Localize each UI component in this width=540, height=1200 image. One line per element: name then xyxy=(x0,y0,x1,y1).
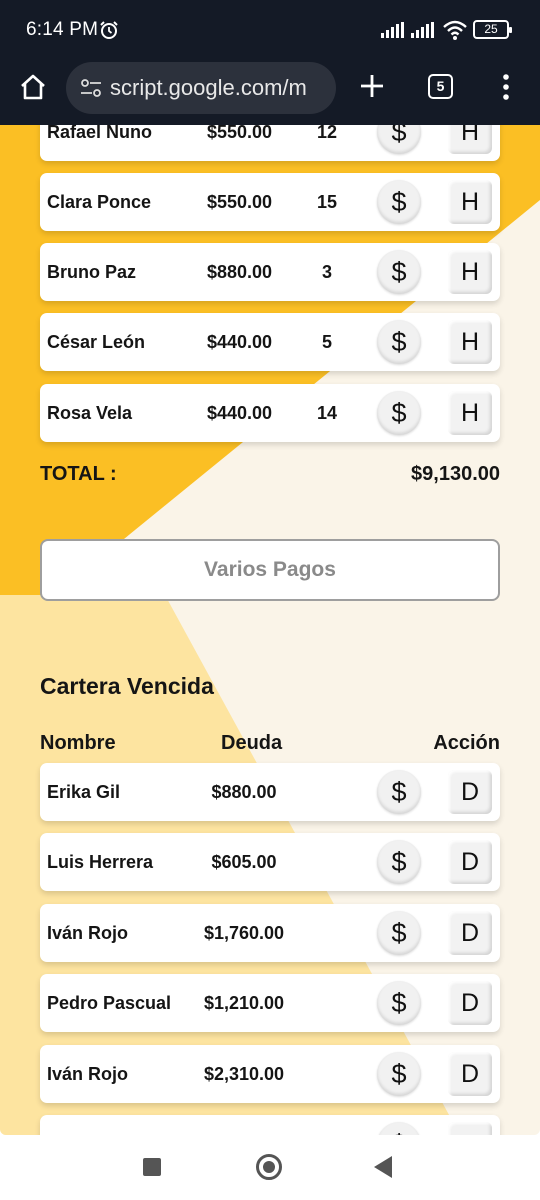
battery-level: 25 xyxy=(484,22,498,36)
pay-button[interactable]: $ xyxy=(377,840,421,884)
list-item: César León $440.00 5 $ H xyxy=(40,313,500,371)
pay-button[interactable]: $ xyxy=(377,911,421,955)
web-content: Rafael Nuno $550.00 12 $ H Clara Ponce $… xyxy=(0,125,540,1135)
wifi-icon xyxy=(443,20,467,40)
detail-button[interactable]: D xyxy=(448,840,492,884)
recent-apps-button[interactable] xyxy=(143,1158,161,1176)
system-navigation-bar xyxy=(0,1135,540,1200)
status-bar: 6:14 PM 25 xyxy=(0,0,540,60)
history-button[interactable]: H xyxy=(448,180,492,224)
list-item: Rosa Vela $440.00 14 $ H xyxy=(40,384,500,442)
debtor-name: Iván Rojo xyxy=(47,923,129,943)
detail-button[interactable]: D xyxy=(448,981,492,1025)
pay-button[interactable]: $ xyxy=(377,770,421,814)
home-icon[interactable] xyxy=(18,72,48,102)
history-button[interactable]: H xyxy=(448,125,492,154)
section-title: Cartera Vencida xyxy=(40,673,214,699)
column-header-debt: Deuda xyxy=(221,732,283,754)
client-amount: $440.00 xyxy=(207,332,273,352)
history-button[interactable]: H xyxy=(448,250,492,294)
pay-button[interactable]: $ xyxy=(377,250,421,294)
address-bar[interactable]: script.google.com/m xyxy=(66,62,336,114)
client-name: César León xyxy=(47,332,146,352)
history-button[interactable]: H xyxy=(448,320,492,364)
client-count: 3 xyxy=(321,262,332,282)
table-row: Iván Rojo $1,760.00 $ D xyxy=(40,904,500,962)
signal-icon xyxy=(381,22,404,38)
debtor-name: Pedro Pascual xyxy=(47,993,172,1013)
debtor-name: Erika Gil xyxy=(47,782,121,802)
client-count: 12 xyxy=(316,125,338,142)
tab-switcher-button[interactable]: 5 xyxy=(428,74,453,99)
table-row: Erika Gil $880.00 $ D xyxy=(40,763,500,821)
url-text: script.google.com/m xyxy=(110,75,307,100)
debtor-name: Luis Herrera xyxy=(47,852,154,872)
table-row: $ xyxy=(40,1115,500,1135)
table-row: Iván Rojo $2,310.00 $ D xyxy=(40,1045,500,1103)
detail-button[interactable]: D xyxy=(448,911,492,955)
pay-button[interactable]: $ xyxy=(377,981,421,1025)
multiple-payments-button[interactable]: Varios Pagos xyxy=(40,539,500,601)
debtor-name: Iván Rojo xyxy=(47,1064,129,1084)
list-item: Clara Ponce $550.00 15 $ H xyxy=(40,173,500,231)
client-amount: $440.00 xyxy=(207,403,273,423)
list-item: Bruno Paz $880.00 3 $ H xyxy=(40,243,500,301)
client-name: Bruno Paz xyxy=(47,262,137,282)
debtor-debt: $605.00 xyxy=(211,852,277,872)
pay-button[interactable]: $ xyxy=(377,180,421,224)
debtor-debt: $1,210.00 xyxy=(203,993,285,1013)
debtor-debt: $2,310.00 xyxy=(203,1064,285,1084)
pay-button[interactable]: $ xyxy=(377,1052,421,1096)
client-name: Rafael Nuno xyxy=(47,125,153,142)
debtor-debt xyxy=(194,1115,294,1135)
history-button[interactable]: H xyxy=(448,391,492,435)
total-value: $9,130.00 xyxy=(411,463,500,485)
client-name: Rosa Vela xyxy=(47,403,133,423)
debtor-debt: $880.00 xyxy=(211,782,277,802)
debtor-debt: $1,760.00 xyxy=(203,923,285,943)
table-row: Luis Herrera $605.00 $ D xyxy=(40,833,500,891)
client-amount: $550.00 xyxy=(207,125,273,142)
client-name: Clara Ponce xyxy=(47,192,152,212)
signal-icon-2 xyxy=(411,22,434,38)
more-menu-icon[interactable] xyxy=(499,72,513,102)
list-item: Rafael Nuno $550.00 12 $ H xyxy=(40,125,500,161)
site-settings-icon[interactable] xyxy=(80,78,102,98)
client-count: 5 xyxy=(321,332,332,352)
column-header-action: Acción xyxy=(433,732,500,754)
client-amount: $880.00 xyxy=(207,262,273,282)
client-amount: $550.00 xyxy=(207,192,273,212)
back-button[interactable] xyxy=(374,1156,392,1178)
table-row: Pedro Pascual $1,210.00 $ D xyxy=(40,974,500,1032)
client-count: 15 xyxy=(316,192,338,212)
pay-button[interactable]: $ xyxy=(377,320,421,364)
detail-button[interactable]: D xyxy=(448,1052,492,1096)
browser-toolbar: script.google.com/m 5 xyxy=(0,60,540,125)
home-button[interactable] xyxy=(256,1154,282,1180)
total-label: TOTAL : xyxy=(40,463,117,485)
battery-icon: 25 xyxy=(473,20,512,39)
column-header-name: Nombre xyxy=(40,732,116,754)
pay-button[interactable]: $ xyxy=(377,1122,421,1135)
detail-button[interactable] xyxy=(448,1122,492,1135)
detail-button[interactable]: D xyxy=(448,770,492,814)
status-time: 6:14 PM xyxy=(26,19,99,40)
pay-button[interactable]: $ xyxy=(377,125,421,154)
new-tab-icon[interactable] xyxy=(358,72,386,100)
client-count: 14 xyxy=(316,403,338,423)
pay-button[interactable]: $ xyxy=(377,391,421,435)
alarm-icon xyxy=(100,21,118,39)
